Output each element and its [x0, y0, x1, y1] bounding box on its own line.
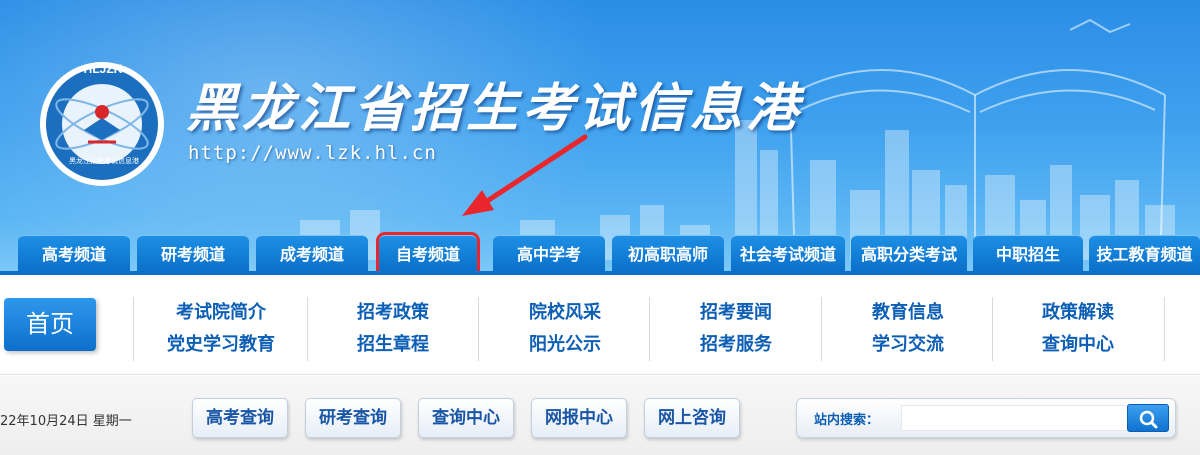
channel-tabs: 高考频道 研考频道 成考频道 自考频道 高中学考 初高职高师 社会考试频道 高职… [0, 232, 1200, 273]
site-banner: HLJZK 黑龙江招生考试信息港 黑龙江省招生考试信息港 http://www.… [0, 0, 1200, 273]
tab-zikao[interactable]: 自考频道 [376, 232, 480, 273]
site-search: 站内搜索： [796, 398, 1176, 438]
tab-gaozhi-fenlei[interactable]: 高职分类考试 [851, 235, 967, 273]
nav-group-1: 考试院简介 党史学习教育 [136, 297, 306, 361]
search-label: 站内搜索： [814, 413, 880, 428]
nav-group-4: 招考要闻 招考服务 [651, 297, 821, 361]
nav-divider [821, 297, 822, 361]
nav-link-policy[interactable]: 招考政策 [308, 297, 478, 329]
nav-link-interpretation[interactable]: 政策解读 [993, 297, 1163, 329]
nav-link-edu-info[interactable]: 教育信息 [823, 297, 993, 329]
tab-gaokao[interactable]: 高考频道 [18, 235, 130, 273]
home-button[interactable]: 首页 [4, 298, 96, 351]
nav-group-5: 教育信息 学习交流 [823, 297, 993, 361]
quick-bar: 22年10月24日 星期一 高考查询 研考查询 查询中心 网报中心 网上咨询 站… [0, 376, 1200, 455]
search-input[interactable] [901, 405, 1131, 431]
tab-chengkao[interactable]: 成考频道 [256, 235, 368, 273]
nav-divider [1164, 297, 1165, 361]
nav-divider [478, 297, 479, 361]
logo-emblem-icon [40, 62, 164, 186]
tab-jigong-jiaoyu[interactable]: 技工教育频道 [1089, 235, 1200, 273]
nav-link-charter[interactable]: 招生章程 [308, 329, 478, 361]
current-date: 22年10月24日 星期一 [0, 414, 132, 429]
yankao-query-button[interactable]: 研考查询 [305, 398, 401, 438]
nav-group-3: 院校风采 阳光公示 [480, 297, 650, 361]
nav-divider [649, 297, 650, 361]
nav-link-exam-intro[interactable]: 考试院简介 [136, 297, 306, 329]
nav-link-public-notice[interactable]: 阳光公示 [480, 329, 650, 361]
nav-link-services[interactable]: 招考服务 [651, 329, 821, 361]
logo-caption: 黑龙江招生考试信息港 [69, 157, 139, 165]
online-registration-button[interactable]: 网报中心 [531, 398, 627, 438]
nav-link-news[interactable]: 招考要闻 [651, 297, 821, 329]
query-center-button[interactable]: 查询中心 [418, 398, 514, 438]
nav-group-6: 政策解读 查询中心 [993, 297, 1163, 361]
main-nav: 首页 考试院简介 党史学习教育 招考政策 招生章程 院校风采 阳光公示 招考要闻… [0, 275, 1200, 375]
arrow-annotation-icon [462, 134, 588, 216]
tab-gaozhong-xuekao[interactable]: 高中学考 [493, 235, 605, 273]
tab-shehui-kaoshi[interactable]: 社会考试频道 [731, 235, 845, 273]
tab-chugao-zhigao[interactable]: 初高职高师 [612, 235, 724, 273]
nav-group-2: 招考政策 招生章程 [308, 297, 478, 361]
tab-zhongzhi-zhaosheng[interactable]: 中职招生 [973, 235, 1083, 273]
search-button[interactable] [1127, 404, 1169, 432]
site-url[interactable]: http://www.lzk.hl.cn [188, 142, 437, 164]
nav-link-query-center[interactable]: 查询中心 [993, 329, 1163, 361]
site-title: 黑龙江省招生考试信息港 [186, 78, 803, 139]
nav-link-party-history[interactable]: 党史学习教育 [136, 329, 306, 361]
nav-link-exchange[interactable]: 学习交流 [823, 329, 993, 361]
gaokao-query-button[interactable]: 高考查询 [192, 398, 288, 438]
tab-yankao[interactable]: 研考频道 [137, 235, 249, 273]
nav-link-colleges[interactable]: 院校风采 [480, 297, 650, 329]
nav-divider [133, 297, 134, 361]
logo-text: HLJZK [83, 62, 123, 76]
search-icon [1139, 410, 1158, 429]
online-consult-button[interactable]: 网上咨询 [644, 398, 740, 438]
